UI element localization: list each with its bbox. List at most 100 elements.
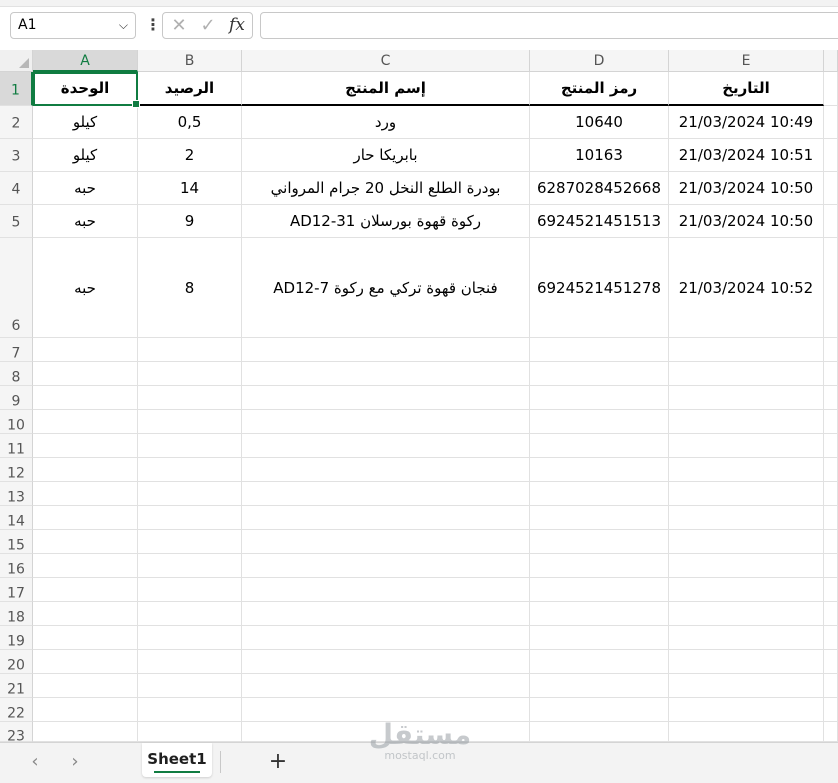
cell-b17[interactable] (138, 578, 242, 602)
cell-b18[interactable] (138, 602, 242, 626)
insert-function-icon[interactable]: fx (225, 13, 249, 38)
cell-f19[interactable] (824, 626, 838, 650)
row-header-17[interactable]: 17 (0, 578, 33, 602)
cell-d9[interactable] (530, 386, 669, 410)
cell-b20[interactable] (138, 650, 242, 674)
cell-c2[interactable]: ورد (242, 106, 530, 139)
cell-f20[interactable] (824, 650, 838, 674)
cell-f16[interactable] (824, 554, 838, 578)
cell-d22[interactable] (530, 698, 669, 722)
cell-b13[interactable] (138, 482, 242, 506)
cell-b6[interactable]: 8 (138, 238, 242, 338)
cell-f21[interactable] (824, 674, 838, 698)
cell-e4[interactable]: 21/03/2024 10:50 (669, 172, 824, 205)
cell-a7[interactable] (33, 338, 138, 362)
cell-d18[interactable] (530, 602, 669, 626)
cell-a9[interactable] (33, 386, 138, 410)
cell-a4[interactable]: حبه (33, 172, 138, 205)
cell-b15[interactable] (138, 530, 242, 554)
cell-d12[interactable] (530, 458, 669, 482)
cell-e8[interactable] (669, 362, 824, 386)
cell-a15[interactable] (33, 530, 138, 554)
cell-c3[interactable]: بابريكا حار (242, 139, 530, 172)
cell-e22[interactable] (669, 698, 824, 722)
cell-f13[interactable] (824, 482, 838, 506)
cell-f3[interactable] (824, 139, 838, 172)
cell-d13[interactable] (530, 482, 669, 506)
cell-c4[interactable]: بودرة الطلع النخل 20 جرام المرواني (242, 172, 530, 205)
cell-d14[interactable] (530, 506, 669, 530)
column-header-a[interactable]: A (33, 50, 138, 72)
chevron-down-icon[interactable]: ⌵ (119, 13, 128, 38)
cell-d21[interactable] (530, 674, 669, 698)
cell-e21[interactable] (669, 674, 824, 698)
cell-e13[interactable] (669, 482, 824, 506)
cell-d11[interactable] (530, 434, 669, 458)
cell-d3[interactable]: 10163 (530, 139, 669, 172)
cell-b16[interactable] (138, 554, 242, 578)
cell-a1[interactable]: الوحدة (33, 72, 138, 106)
cell-d2[interactable]: 10640 (530, 106, 669, 139)
cell-e11[interactable] (669, 434, 824, 458)
row-header-16[interactable]: 16 (0, 554, 33, 578)
cell-f10[interactable] (824, 410, 838, 434)
cell-f18[interactable] (824, 602, 838, 626)
cell-f7[interactable] (824, 338, 838, 362)
cell-c13[interactable] (242, 482, 530, 506)
cell-c22[interactable] (242, 698, 530, 722)
cell-c11[interactable] (242, 434, 530, 458)
cell-e9[interactable] (669, 386, 824, 410)
cell-e18[interactable] (669, 602, 824, 626)
cell-a11[interactable] (33, 434, 138, 458)
next-sheet-icon[interactable]: › (64, 751, 86, 773)
cell-c12[interactable] (242, 458, 530, 482)
row-header-12[interactable]: 12 (0, 458, 33, 482)
cell-e23[interactable] (669, 722, 824, 742)
cell-e12[interactable] (669, 458, 824, 482)
cell-b2[interactable]: 0,5 (138, 106, 242, 139)
cell-a13[interactable] (33, 482, 138, 506)
cell-d1[interactable]: رمز المنتج (530, 72, 669, 106)
column-header-e[interactable]: E (669, 50, 824, 72)
cell-f2[interactable] (824, 106, 838, 139)
cell-c9[interactable] (242, 386, 530, 410)
enter-icon[interactable]: ✓ (197, 13, 219, 38)
cell-b3[interactable]: 2 (138, 139, 242, 172)
cell-f4[interactable] (824, 172, 838, 205)
cell-e20[interactable] (669, 650, 824, 674)
cell-c20[interactable] (242, 650, 530, 674)
cell-d23[interactable] (530, 722, 669, 742)
cell-c1[interactable]: إسم المنتج (242, 72, 530, 106)
cell-f6[interactable] (824, 238, 838, 338)
cell-c5[interactable]: ركوة قهوة بورسلان AD12-31 (242, 205, 530, 238)
cell-d16[interactable] (530, 554, 669, 578)
cell-b14[interactable] (138, 506, 242, 530)
cell-d7[interactable] (530, 338, 669, 362)
column-header-b[interactable]: B (138, 50, 242, 72)
cell-f12[interactable] (824, 458, 838, 482)
cell-f1[interactable] (824, 72, 838, 106)
cell-a21[interactable] (33, 674, 138, 698)
cell-c16[interactable] (242, 554, 530, 578)
cell-b4[interactable]: 14 (138, 172, 242, 205)
sheet-tab-sheet1[interactable]: Sheet1 (142, 743, 212, 777)
cell-e17[interactable] (669, 578, 824, 602)
cell-f14[interactable] (824, 506, 838, 530)
cell-d6[interactable]: 6924521451278 (530, 238, 669, 338)
row-header-14[interactable]: 14 (0, 506, 33, 530)
cell-d10[interactable] (530, 410, 669, 434)
cell-d5[interactable]: 6924521451513 (530, 205, 669, 238)
cell-e19[interactable] (669, 626, 824, 650)
cell-b12[interactable] (138, 458, 242, 482)
row-header-23[interactable]: 23 (0, 722, 33, 744)
row-header-18[interactable]: 18 (0, 602, 33, 626)
cell-e6[interactable]: 21/03/2024 10:52 (669, 238, 824, 338)
cell-a8[interactable] (33, 362, 138, 386)
cell-b9[interactable] (138, 386, 242, 410)
cell-e14[interactable] (669, 506, 824, 530)
cell-c10[interactable] (242, 410, 530, 434)
row-header-9[interactable]: 9 (0, 386, 33, 410)
row-header-20[interactable]: 20 (0, 650, 33, 674)
cell-b11[interactable] (138, 434, 242, 458)
cell-c8[interactable] (242, 362, 530, 386)
